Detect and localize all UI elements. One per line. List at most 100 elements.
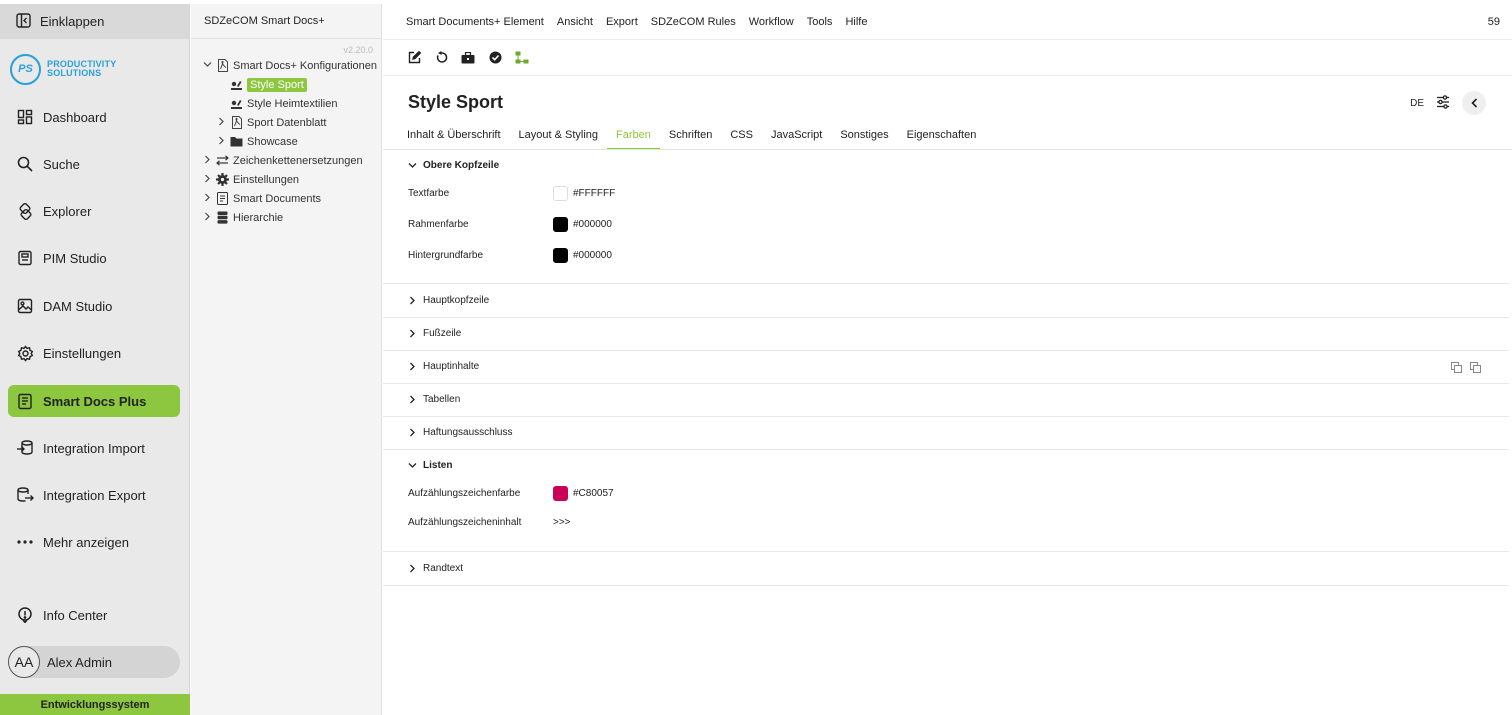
menu-export[interactable]: Export bbox=[606, 16, 638, 28]
section-header[interactable]: Listen bbox=[383, 449, 1509, 482]
element-id: 59 bbox=[1487, 16, 1500, 28]
nav-item-suche[interactable]: Suche bbox=[8, 148, 180, 180]
chevron-right-icon[interactable] bbox=[203, 174, 212, 186]
chevron-right-icon bbox=[408, 395, 417, 404]
menu-rules[interactable]: SDZeCOM Rules bbox=[651, 16, 736, 28]
section-header[interactable]: Randtext bbox=[383, 552, 1509, 585]
section-header[interactable]: Obere Kopfzeile bbox=[383, 149, 1509, 182]
paste-icon[interactable] bbox=[1470, 360, 1481, 378]
section-header[interactable]: Haftungsausschluss bbox=[383, 416, 1509, 449]
nav-item-pim-studio[interactable]: PIM Studio bbox=[8, 242, 180, 274]
environment-banner: Entwicklungssystem bbox=[0, 694, 190, 715]
color-swatch[interactable] bbox=[553, 486, 568, 501]
edit-icon[interactable] bbox=[407, 51, 421, 65]
tree-node-style-heimtextilien[interactable]: Style Heimtextilien bbox=[230, 95, 337, 112]
chevron-right-icon[interactable] bbox=[203, 212, 212, 224]
tab-css[interactable]: CSS bbox=[730, 125, 762, 150]
color-swatch[interactable] bbox=[553, 217, 568, 232]
tree-node-zeichenkettenersetzungen[interactable]: Zeichenkettenersetzungen bbox=[203, 152, 363, 169]
avatar: AA bbox=[8, 646, 40, 678]
briefcase-icon[interactable] bbox=[461, 51, 475, 65]
field-rahmenfarbe: Rahmenfarbe #000000 bbox=[408, 217, 612, 232]
chevron-down-icon[interactable] bbox=[203, 60, 212, 72]
section-header[interactable]: Fußzeile bbox=[383, 317, 1509, 350]
tab-layout[interactable]: Layout & Styling bbox=[519, 125, 608, 150]
dashboard-icon bbox=[16, 108, 34, 126]
nav-item-explorer[interactable]: Explorer bbox=[8, 195, 180, 227]
chevron-right-icon[interactable] bbox=[217, 117, 226, 129]
menu-hilfe[interactable]: Hilfe bbox=[845, 16, 867, 28]
reload-icon[interactable] bbox=[434, 51, 448, 65]
chevron-left-icon bbox=[1470, 98, 1477, 108]
menu-workflow[interactable]: Workflow bbox=[749, 16, 794, 28]
tree-node-showcase[interactable]: Showcase bbox=[217, 133, 298, 150]
tab-sonstiges[interactable]: Sonstiges bbox=[840, 125, 897, 150]
section-fusszeile: Fußzeile bbox=[383, 317, 1509, 351]
collapse-button[interactable]: Einklappen bbox=[0, 4, 189, 39]
field-hintergrundfarbe: Hintergrundfarbe #000000 bbox=[408, 248, 612, 263]
tree-node-style-sport[interactable]: Style Sport bbox=[230, 76, 307, 93]
chevron-right-icon[interactable] bbox=[203, 155, 212, 167]
nav-item-integration-export[interactable]: Integration Export bbox=[8, 479, 180, 511]
language-switch[interactable]: DE bbox=[1410, 98, 1424, 109]
tree-node-einstellungen[interactable]: Einstellungen bbox=[203, 171, 299, 188]
nav-item-smart-docs-plus[interactable]: Smart Docs Plus bbox=[8, 385, 180, 417]
pdf-file-icon bbox=[216, 59, 229, 72]
menu-element[interactable]: Smart Documents+ Element bbox=[406, 16, 544, 28]
chevron-right-icon bbox=[408, 329, 417, 338]
database-icon bbox=[216, 211, 229, 224]
copy-icon[interactable] bbox=[1451, 360, 1462, 378]
tree-node-sport-datenblatt[interactable]: Sport Datenblatt bbox=[217, 114, 327, 131]
tree-node-hierarchie[interactable]: Hierarchie bbox=[203, 209, 283, 226]
nav-item-dam-studio[interactable]: DAM Studio bbox=[8, 290, 180, 322]
section-hauptinhalte: Hauptinhalte bbox=[383, 350, 1509, 384]
menu-ansicht[interactable]: Ansicht bbox=[557, 16, 593, 28]
tree-header: SDZeCOM Smart Docs+ bbox=[191, 4, 381, 39]
sliders-icon[interactable] bbox=[1436, 94, 1450, 112]
tab-schriften[interactable]: Schriften bbox=[669, 125, 721, 150]
chevron-right-icon[interactable] bbox=[203, 193, 212, 205]
section-header[interactable]: Hauptinhalte bbox=[383, 350, 1509, 383]
bullet-content-input[interactable]: >>> bbox=[553, 517, 571, 528]
section-header[interactable]: Tabellen bbox=[383, 383, 1509, 416]
color-swatch[interactable] bbox=[553, 186, 568, 201]
nav-item-mehr-anzeigen[interactable]: Mehr anzeigen bbox=[8, 526, 180, 558]
chevron-right-icon bbox=[408, 296, 417, 305]
info-icon bbox=[16, 606, 34, 624]
chevron-right-icon bbox=[408, 362, 417, 371]
import-icon bbox=[16, 439, 34, 457]
nav-item-dashboard[interactable]: Dashboard bbox=[8, 101, 180, 133]
main-navigation: Einklappen PS PRODUCTIVITY SOLUTIONS Das… bbox=[0, 4, 190, 715]
nav-item-info-center[interactable]: Info Center bbox=[8, 599, 180, 631]
section-obere-kopfzeile: Obere Kopfzeile Textfarbe #FFFFFF Rahmen… bbox=[383, 149, 1509, 284]
nav-item-integration-import[interactable]: Integration Import bbox=[8, 432, 180, 464]
collapse-panel-button[interactable] bbox=[1462, 91, 1486, 115]
menu-tools[interactable]: Tools bbox=[807, 16, 833, 28]
chevron-down-icon bbox=[408, 161, 417, 170]
tree-node-smart-documents[interactable]: Smart Documents bbox=[203, 190, 321, 207]
section-randtext: Randtext bbox=[383, 552, 1509, 586]
user-menu[interactable]: AA Alex Admin bbox=[8, 646, 180, 678]
document-icon bbox=[16, 392, 34, 410]
tab-farben[interactable]: Farben bbox=[607, 125, 660, 150]
color-swatch[interactable] bbox=[553, 248, 568, 263]
editor-tabs: Inhalt & Überschrift Layout & Styling Fa… bbox=[407, 125, 994, 150]
tab-javascript[interactable]: JavaScript bbox=[771, 125, 831, 150]
toolbar bbox=[383, 40, 1512, 76]
tree-node-konfigurationen[interactable]: Smart Docs+ Konfigurationen bbox=[203, 57, 377, 74]
nav-item-einstellungen[interactable]: Einstellungen bbox=[8, 337, 180, 369]
section-haftungsausschluss: Haftungsausschluss bbox=[383, 416, 1509, 450]
document-icon bbox=[216, 192, 229, 205]
chevron-down-icon bbox=[408, 461, 417, 470]
tab-eigenschaften[interactable]: Eigenschaften bbox=[907, 125, 986, 150]
gear-icon bbox=[16, 344, 34, 362]
hierarchy-icon[interactable] bbox=[515, 51, 529, 65]
tab-inhalt[interactable]: Inhalt & Überschrift bbox=[407, 125, 510, 150]
export-icon bbox=[16, 486, 34, 504]
pdf-file-icon bbox=[230, 116, 243, 129]
chevron-right-icon bbox=[408, 564, 417, 573]
section-header[interactable]: Hauptkopfzeile bbox=[383, 284, 1509, 317]
chevron-right-icon[interactable] bbox=[217, 136, 226, 148]
collapse-label: Einklappen bbox=[40, 14, 105, 29]
check-circle-icon[interactable] bbox=[488, 51, 502, 65]
